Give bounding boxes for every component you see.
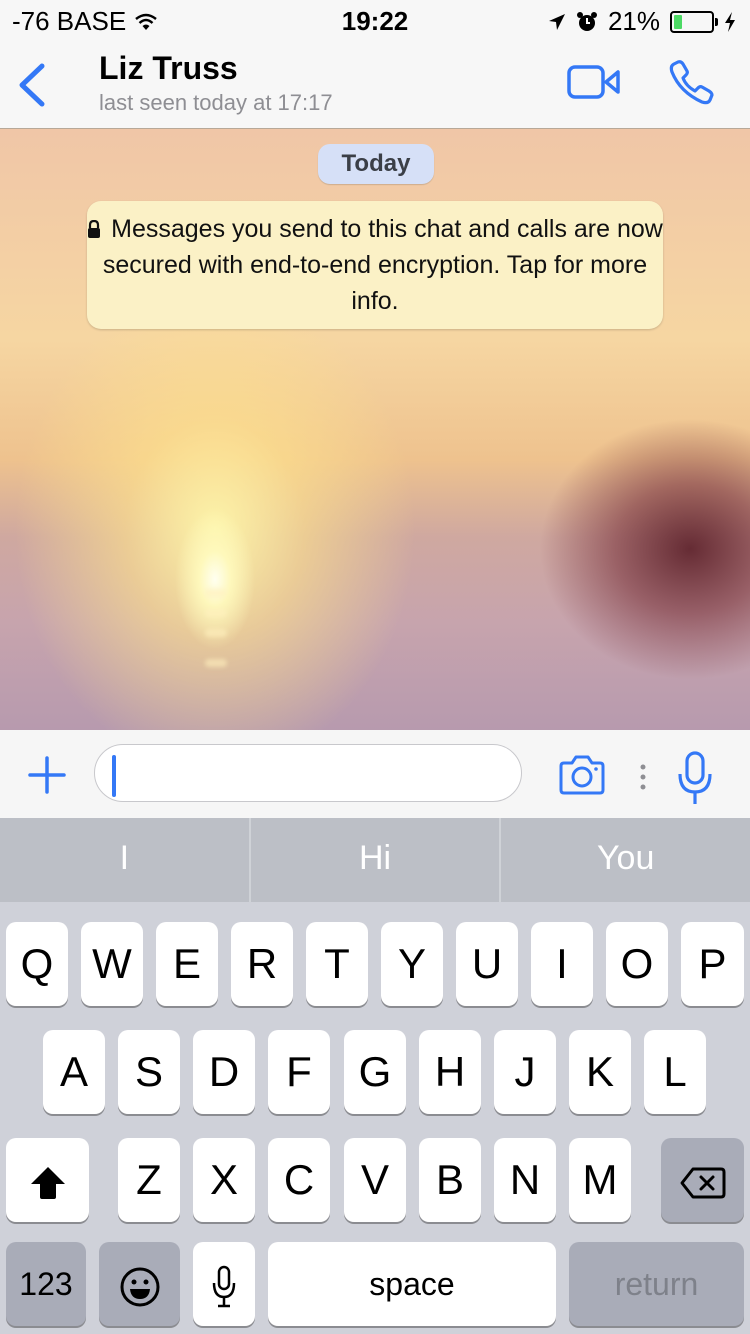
space-key[interactable]: space bbox=[268, 1242, 556, 1326]
key-r[interactable]: R bbox=[231, 922, 293, 1006]
key-g[interactable]: G bbox=[344, 1030, 406, 1114]
key-b[interactable]: B bbox=[419, 1138, 481, 1222]
key-v[interactable]: V bbox=[344, 1138, 406, 1222]
contact-last-seen: last seen today at 17:17 bbox=[99, 90, 333, 115]
status-bar-right: 21% bbox=[548, 6, 736, 37]
microphone-icon[interactable] bbox=[676, 750, 714, 806]
battery-fill bbox=[674, 14, 682, 29]
back-chevron-icon[interactable] bbox=[14, 60, 54, 110]
return-key[interactable]: return bbox=[569, 1242, 744, 1326]
key-p[interactable]: P bbox=[681, 922, 744, 1006]
backspace-key[interactable] bbox=[661, 1138, 744, 1222]
predictive-text-bar: I Hi You bbox=[0, 818, 750, 902]
prediction-suggestion[interactable]: I bbox=[0, 818, 251, 902]
key-a[interactable]: A bbox=[43, 1030, 105, 1114]
key-i[interactable]: I bbox=[531, 922, 593, 1006]
lock-icon bbox=[88, 220, 101, 238]
prediction-suggestion[interactable]: Hi bbox=[251, 818, 502, 902]
text-caret bbox=[112, 755, 116, 797]
keyboard: Q W E R T Y U I O P A S D F G H J K L Z … bbox=[0, 902, 750, 1334]
shift-icon bbox=[30, 1166, 65, 1199]
key-u[interactable]: U bbox=[456, 922, 518, 1006]
key-d[interactable]: D bbox=[193, 1030, 255, 1114]
key-s[interactable]: S bbox=[118, 1030, 180, 1114]
key-y[interactable]: Y bbox=[381, 922, 443, 1006]
location-arrow-icon bbox=[548, 13, 565, 30]
key-c[interactable]: C bbox=[268, 1138, 330, 1222]
key-k[interactable]: K bbox=[569, 1030, 631, 1114]
key-w[interactable]: W bbox=[81, 922, 143, 1006]
encryption-notice[interactable]: Messages you send to this chat and calls… bbox=[87, 201, 663, 329]
numbers-key[interactable]: 123 bbox=[6, 1242, 86, 1326]
key-x[interactable]: X bbox=[193, 1138, 255, 1222]
video-call-icon[interactable] bbox=[566, 62, 622, 102]
key-t[interactable]: T bbox=[306, 922, 368, 1006]
key-f[interactable]: F bbox=[268, 1030, 330, 1114]
backspace-icon bbox=[680, 1167, 725, 1199]
key-o[interactable]: O bbox=[606, 922, 668, 1006]
charging-bolt-icon bbox=[725, 11, 735, 32]
battery-icon bbox=[670, 10, 718, 33]
emoji-key[interactable] bbox=[99, 1242, 180, 1326]
battery-percent: 21% bbox=[607, 6, 660, 36]
date-separator: Today bbox=[318, 144, 434, 184]
emoji-icon bbox=[120, 1267, 159, 1307]
plus-icon[interactable] bbox=[28, 756, 66, 794]
key-n[interactable]: N bbox=[494, 1138, 556, 1222]
key-z[interactable]: Z bbox=[118, 1138, 180, 1222]
key-q[interactable]: Q bbox=[6, 922, 68, 1006]
encryption-notice-text: Messages you send to this chat and calls… bbox=[102, 215, 663, 315]
message-input[interactable] bbox=[94, 744, 522, 802]
key-l[interactable]: L bbox=[644, 1030, 706, 1114]
key-m[interactable]: M bbox=[569, 1138, 631, 1222]
more-dots-icon[interactable] bbox=[640, 764, 646, 790]
dictation-key[interactable] bbox=[193, 1242, 255, 1326]
camera-icon[interactable] bbox=[557, 754, 607, 796]
dictation-mic-icon bbox=[212, 1265, 236, 1308]
contact-name[interactable]: Liz Truss bbox=[99, 50, 238, 87]
alarm-icon bbox=[576, 11, 597, 31]
phone-call-icon[interactable] bbox=[666, 58, 716, 108]
shift-key[interactable] bbox=[6, 1138, 89, 1222]
prediction-suggestion[interactable]: You bbox=[501, 818, 750, 902]
key-e[interactable]: E bbox=[156, 922, 218, 1006]
key-h[interactable]: H bbox=[419, 1030, 481, 1114]
key-j[interactable]: J bbox=[494, 1030, 556, 1114]
